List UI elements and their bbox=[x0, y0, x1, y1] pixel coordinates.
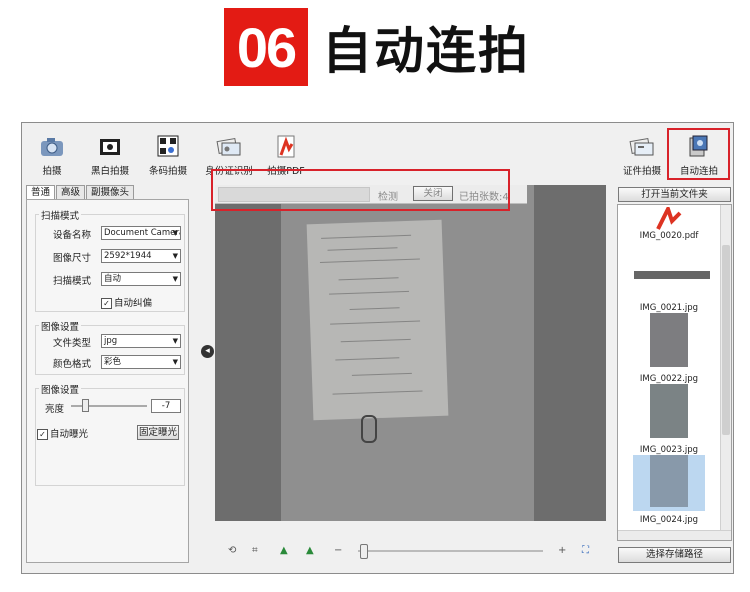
brightness-label: 亮度 bbox=[45, 404, 65, 415]
thumbnail-image bbox=[650, 455, 688, 507]
id-card-icon bbox=[214, 133, 244, 161]
banner-title: 自动连拍 bbox=[322, 22, 530, 80]
tab-secondary-camera[interactable]: 副摄像头 bbox=[86, 185, 135, 199]
crop-icon[interactable]: ⌗ bbox=[252, 545, 258, 556]
rotate-left-icon[interactable]: ▲ bbox=[280, 545, 288, 556]
zoom-in-icon[interactable]: + bbox=[558, 545, 566, 556]
save-path-button[interactable]: 选择存储路径 bbox=[618, 547, 731, 563]
list-item[interactable]: IMG_0022.jpg bbox=[633, 374, 705, 438]
file-name: IMG_0022.jpg bbox=[639, 374, 699, 384]
chevron-down-icon: ▼ bbox=[172, 275, 178, 283]
settings-tabs: 普通 高级 副摄像头 bbox=[26, 185, 135, 199]
device-select[interactable]: Document Camera ▼ bbox=[101, 226, 181, 240]
toolbar-item-bw[interactable]: 黑白拍摄 bbox=[80, 133, 140, 177]
toolbar-item-doc[interactable]: 证件拍摄 bbox=[612, 133, 672, 177]
step-number-badge: 06 bbox=[224, 8, 308, 86]
file-type-select[interactable]: jpg ▼ bbox=[101, 334, 181, 348]
selected-highlight bbox=[633, 455, 705, 511]
fixed-exposure-button[interactable]: 固定曝光 bbox=[137, 425, 179, 440]
mode-label: 扫描模式 bbox=[53, 276, 92, 287]
brightness-slider[interactable] bbox=[82, 399, 89, 412]
barcode-icon bbox=[153, 133, 183, 161]
toolbar-label: 条码拍摄 bbox=[148, 166, 187, 177]
pdf-strip-preview bbox=[634, 271, 710, 279]
chevron-down-icon: ▼ bbox=[172, 337, 178, 345]
collapse-panel-icon[interactable]: ◂ bbox=[201, 345, 214, 358]
device-label: 设备名称 bbox=[53, 230, 92, 241]
vertical-scrollbar[interactable] bbox=[720, 205, 731, 540]
color-select[interactable]: 彩色 ▼ bbox=[101, 355, 181, 369]
settings-panel: 扫描模式 设备名称 Document Camera ▼ 图像尺寸 2592*194… bbox=[26, 199, 189, 563]
chevron-down-icon: ▼ bbox=[172, 358, 178, 366]
open-folder-button[interactable]: 打开当前文件夹 bbox=[618, 187, 731, 202]
toolbar-label: 拍摄 bbox=[42, 166, 62, 177]
app-window: 拍摄 黑白拍摄 条码拍摄 身份证识别 拍摄PDF 证件拍摄 自动连拍 普通 高级… bbox=[21, 122, 734, 574]
preview-area bbox=[215, 185, 606, 521]
zoom-slider[interactable] bbox=[360, 544, 368, 559]
paper-clip bbox=[361, 415, 377, 443]
size-select[interactable]: 2592*1944 ▼ bbox=[101, 249, 181, 263]
check-icon: ✓ bbox=[101, 298, 112, 309]
capture-bar-highlight bbox=[211, 169, 510, 211]
toolbar-item-barcode[interactable]: 条码拍摄 bbox=[138, 133, 198, 177]
banner: 06 自动连拍 bbox=[224, 7, 530, 87]
bw-photo-icon bbox=[95, 133, 125, 161]
file-list: IMG_0020.pdf IMG_0021.jpg IMG_0022.jpg I… bbox=[617, 204, 732, 541]
size-label: 图像尺寸 bbox=[53, 253, 92, 264]
chevron-down-icon: ▼ bbox=[172, 252, 178, 260]
toolbar-label: 黑白拍摄 bbox=[90, 166, 129, 177]
exposure-title: 图像设置 bbox=[39, 382, 82, 396]
document-preview bbox=[306, 219, 449, 421]
color-label: 颜色格式 bbox=[53, 359, 92, 370]
thumbnail-image bbox=[650, 384, 688, 438]
document-icon bbox=[627, 133, 657, 161]
zoom-track bbox=[358, 550, 543, 552]
file-name: IMG_0020.pdf bbox=[639, 231, 699, 241]
auto-exposure-checkbox[interactable]: ✓ 自动曝光 bbox=[37, 426, 88, 440]
rotate-right-icon[interactable]: ▲ bbox=[306, 545, 314, 556]
file-name: IMG_0024.jpg bbox=[639, 515, 699, 525]
list-item[interactable]: IMG_0020.pdf bbox=[633, 205, 705, 241]
list-item[interactable]: IMG_0023.jpg bbox=[633, 445, 705, 511]
image-settings-title: 图像设置 bbox=[39, 319, 82, 333]
list-item[interactable]: IMG_0021.jpg bbox=[633, 303, 705, 367]
scan-mode-title: 扫描模式 bbox=[39, 208, 82, 222]
file-type-label: 文件类型 bbox=[53, 338, 92, 349]
zoom-out-icon[interactable]: − bbox=[334, 545, 342, 556]
toolbar-label: 证件拍摄 bbox=[622, 166, 661, 177]
auto-shoot-highlight bbox=[667, 128, 730, 180]
fit-screen-icon[interactable]: ⛶ bbox=[582, 545, 589, 556]
list-item[interactable]: IMG_0024.jpg bbox=[633, 515, 705, 525]
check-icon: ✓ bbox=[37, 429, 48, 440]
mode-select[interactable]: 自动 ▼ bbox=[101, 272, 181, 286]
tab-normal[interactable]: 普通 bbox=[26, 185, 56, 199]
file-name: IMG_0023.jpg bbox=[639, 445, 699, 455]
pdf-icon bbox=[652, 205, 686, 231]
thumbnail-image bbox=[650, 313, 688, 367]
toolbar-item-capture[interactable]: 拍摄 bbox=[22, 133, 82, 177]
tab-advanced[interactable]: 高级 bbox=[56, 185, 86, 199]
auto-deskew-checkbox[interactable]: ✓ 自动纠偏 bbox=[101, 295, 152, 309]
brightness-value[interactable]: -7 bbox=[151, 399, 181, 413]
scroll-thumb[interactable] bbox=[722, 245, 730, 435]
viewer-toolbar: ⟲ ⌗ ▲ ▲ − + ⛶ bbox=[222, 543, 602, 559]
file-name: IMG_0021.jpg bbox=[639, 303, 699, 313]
pdf-icon bbox=[271, 133, 301, 161]
horizontal-scrollbar[interactable] bbox=[618, 530, 731, 540]
rotate-icon[interactable]: ⟲ bbox=[228, 545, 236, 556]
chevron-down-icon: ▼ bbox=[172, 229, 178, 237]
camera-icon bbox=[37, 133, 67, 161]
